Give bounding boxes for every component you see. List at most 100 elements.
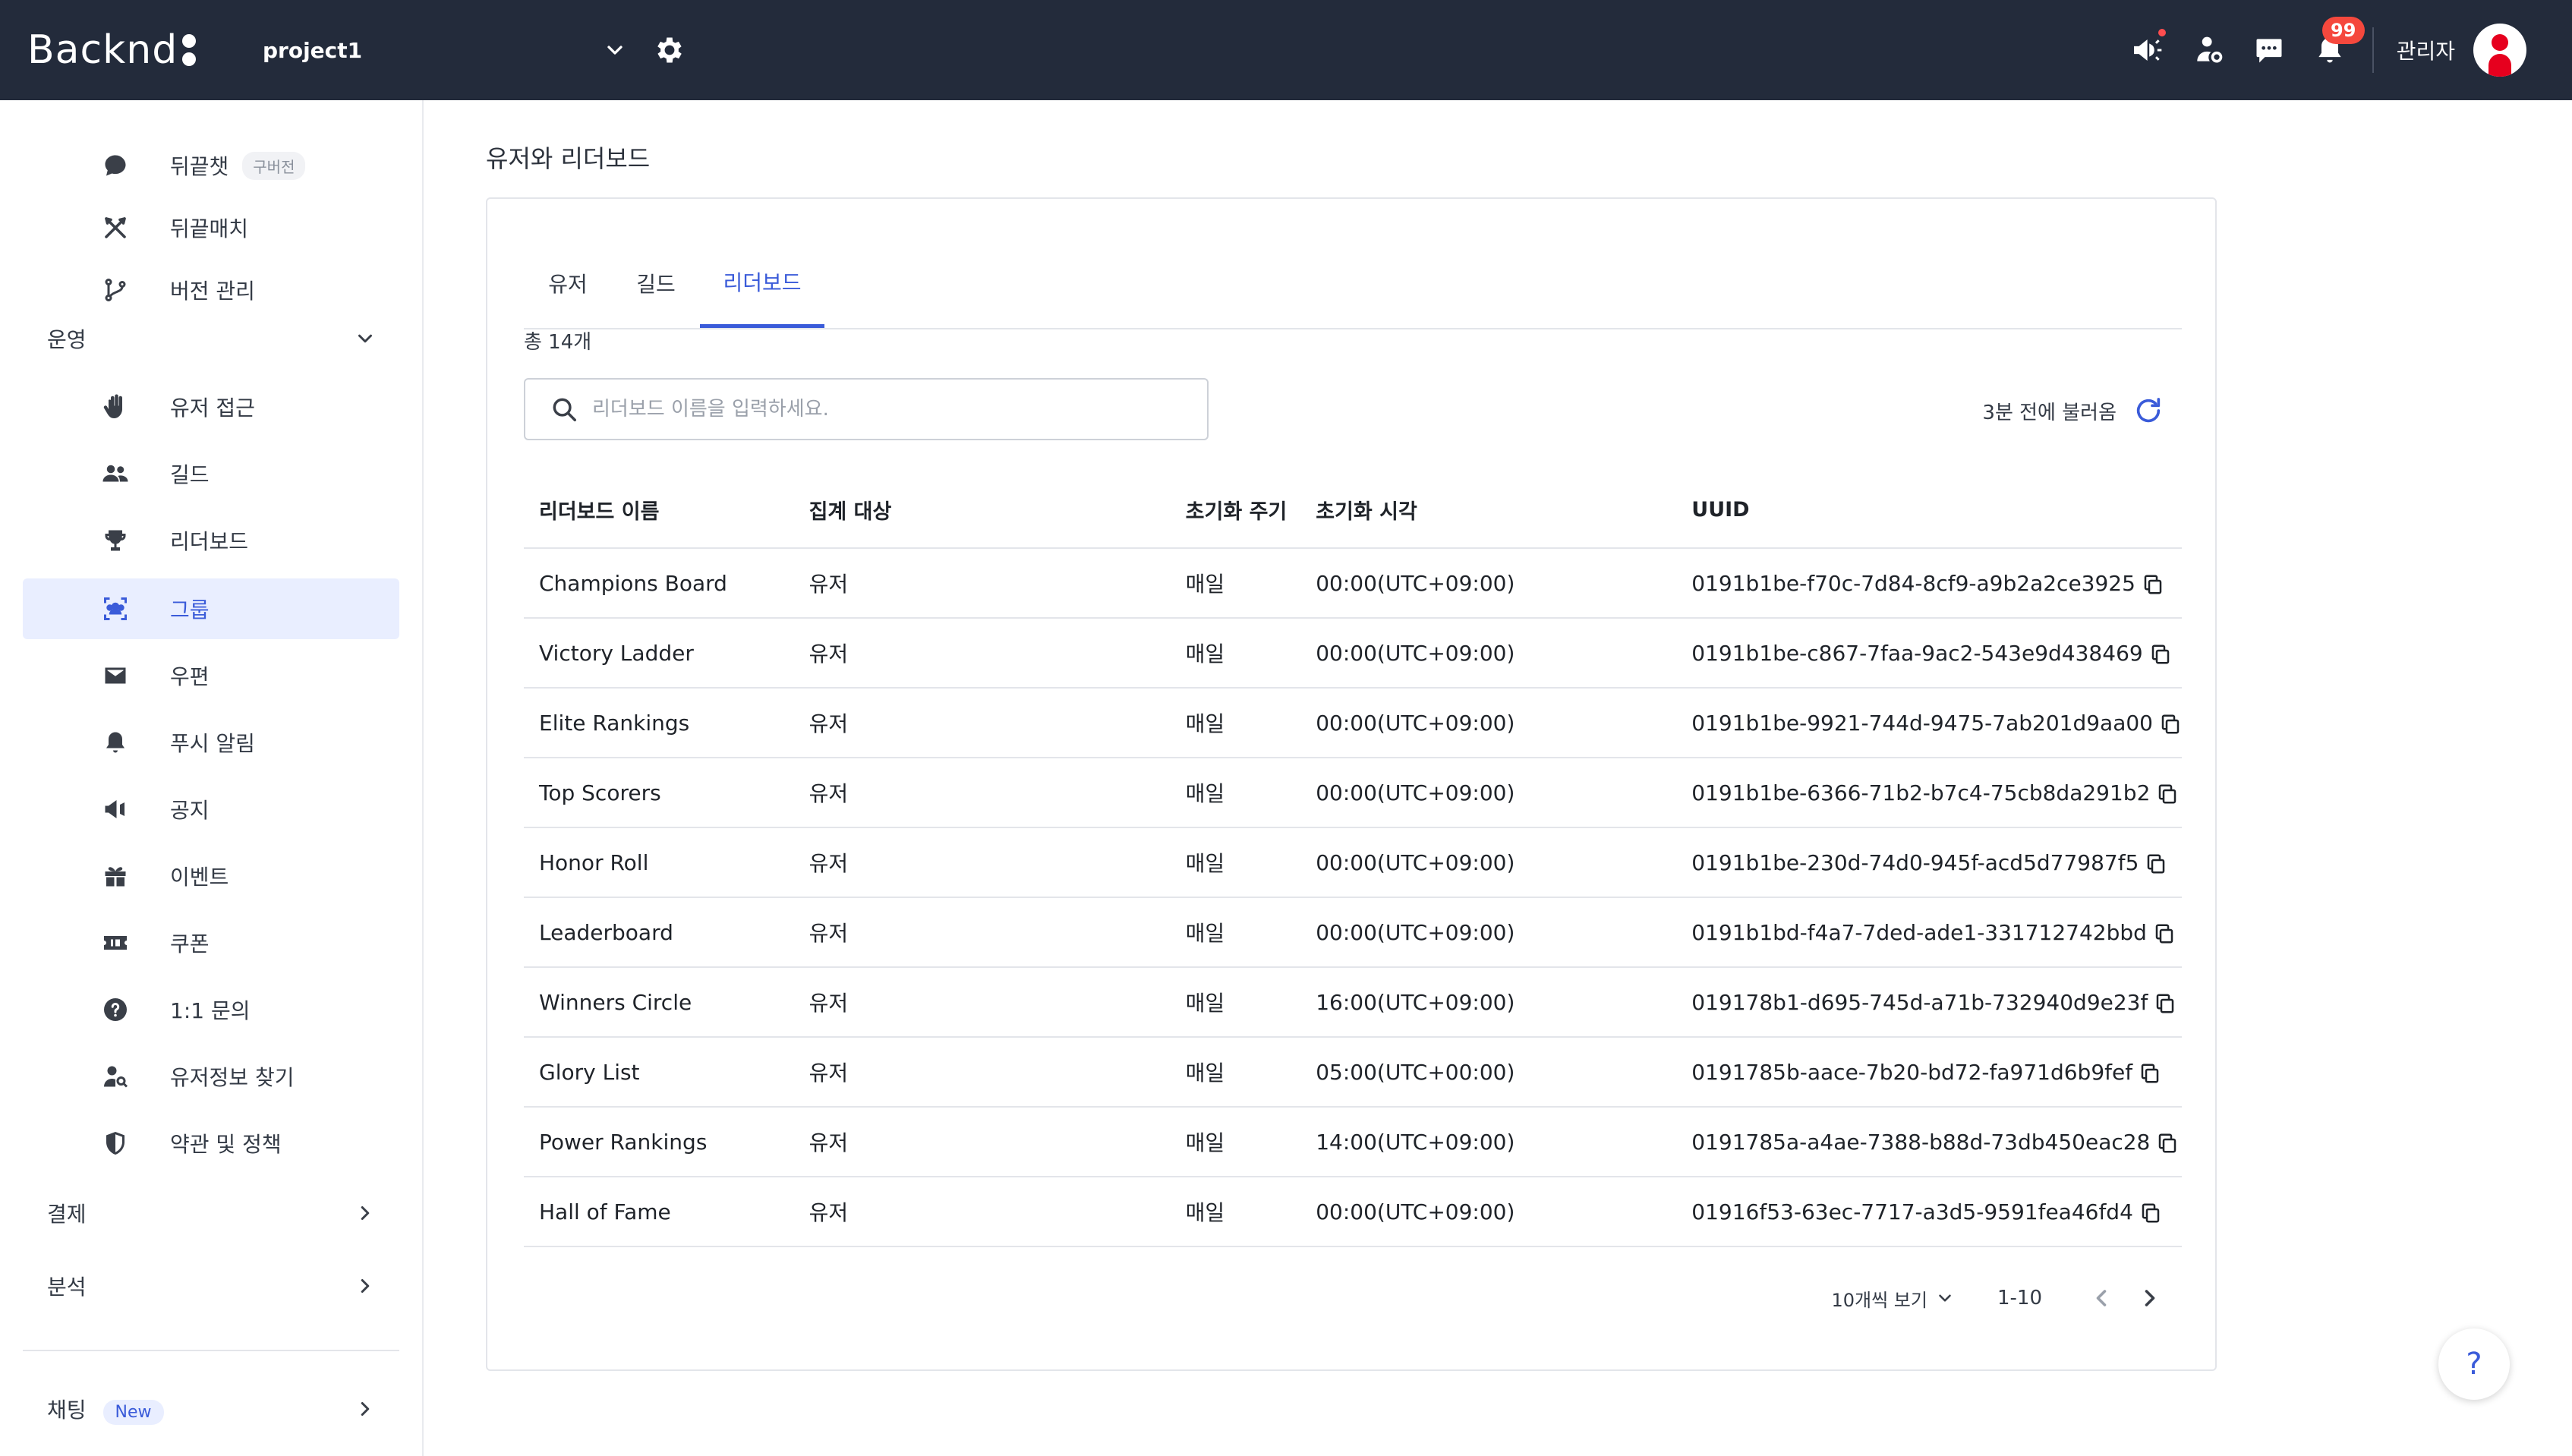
messages-button[interactable]: [2252, 33, 2286, 67]
sidebar-group-chatting[interactable]: 채팅 New: [23, 1379, 399, 1439]
aggregation-target-cell: 유저: [793, 897, 1171, 968]
copy-icon[interactable]: [2145, 852, 2167, 875]
uuid-cell: 01916f53-63ec-7717-a3d5-9591fea46fd4: [1676, 1177, 2182, 1247]
leaderboard-name-cell: Leaderboard: [524, 897, 794, 968]
copy-icon[interactable]: [2149, 643, 2172, 666]
aggregation-target-cell: 유저: [793, 1107, 1171, 1177]
sidebar-item-push[interactable]: 푸시 알림: [23, 712, 399, 773]
table-row[interactable]: Glory List 유저 매일 05:00(UTC+00:00) 0191785b-a…: [524, 1037, 2182, 1108]
leaderboard-name: Top Scorers: [539, 780, 661, 805]
sidebar-item-label: 약관 및 정책: [170, 1132, 282, 1157]
sidebar-divider: [23, 1350, 399, 1351]
settings-button[interactable]: [653, 33, 686, 67]
table-row[interactable]: Top Scorers 유저 매일 00:00(UTC+09:00) 0191b1be-…: [524, 758, 2182, 828]
sidebar-item-notice[interactable]: 공지: [23, 779, 399, 840]
uuid: 0191785a-a4ae-7388-b88d-73db450eac28: [1691, 1129, 2151, 1155]
chevron-down-icon: [1939, 1294, 1951, 1302]
table-row[interactable]: Victory Ladder 유저 매일 00:00(UTC+09:00) 0191b1…: [524, 618, 2182, 689]
copy-icon[interactable]: [2159, 713, 2182, 736]
megaphone-icon: [2133, 39, 2162, 61]
reset-time-cell: 00:00(UTC+09:00): [1300, 827, 1677, 898]
sidebar-item-mail[interactable]: 우편: [23, 645, 399, 706]
tab-leaderboard[interactable]: 리더보드: [700, 238, 824, 328]
user-settings-icon: [2197, 36, 2223, 63]
sidebar-item-user-search[interactable]: 유저정보 찾기: [23, 1046, 399, 1107]
chevron-right-icon: [2145, 1290, 2155, 1306]
sidebar-item-group[interactable]: 그룹: [23, 578, 399, 639]
sidebar-group-payment[interactable]: 결제: [23, 1183, 399, 1243]
announcement-button[interactable]: [2131, 29, 2166, 67]
refresh-icon[interactable]: [2133, 396, 2164, 426]
uuid: 0191b1be-9921-744d-9475-7ab201d9aa00: [1691, 710, 2153, 736]
reset-cycle: 매일: [1185, 851, 1225, 876]
uuid-cell: 0191b1bd-f4a7-7ded-ade1-331712742bbd: [1676, 897, 2182, 968]
refresh-text: 3분 전에 불러옴: [1982, 401, 2117, 424]
reset-cycle: 매일: [1185, 1130, 1225, 1155]
help-button[interactable]: ?: [2438, 1328, 2510, 1400]
total-count: 총 14개: [524, 331, 592, 354]
branch-icon: [102, 276, 129, 304]
table-header-row: 리더보드 이름 집계 대상 초기화 주기 초기화 시각 UUID: [524, 472, 2182, 549]
copy-icon[interactable]: [2156, 783, 2179, 805]
table-row[interactable]: Elite Rankings 유저 매일 00:00(UTC+09:00) 0191b1…: [524, 688, 2182, 758]
prev-page-button[interactable]: [2088, 1284, 2115, 1312]
table-row[interactable]: Winners Circle 유저 매일 16:00(UTC+09:00) 019178…: [524, 967, 2182, 1038]
sidebar-item-event[interactable]: 이벤트: [23, 846, 399, 906]
next-page-button[interactable]: [2136, 1284, 2164, 1312]
sidebar-item-coupon[interactable]: 쿠폰: [23, 912, 399, 973]
reset-cycle: 매일: [1185, 711, 1225, 736]
tab-users[interactable]: 유저: [524, 238, 612, 328]
reset-time-cell: 00:00(UTC+09:00): [1300, 618, 1677, 689]
reset-time-cell: 00:00(UTC+09:00): [1300, 897, 1677, 968]
leaderboard-name: Honor Roll: [539, 849, 649, 875]
new-dot: [2158, 29, 2166, 36]
reset-cycle: 매일: [1185, 1200, 1225, 1225]
aggregation-target-cell: 유저: [793, 1037, 1171, 1108]
tab-guilds[interactable]: 길드: [612, 238, 700, 328]
reset-time: 00:00(UTC+09:00): [1316, 780, 1515, 805]
aggregation-target-cell: 유저: [793, 1177, 1171, 1247]
trophy-icon: [102, 527, 129, 554]
table-row[interactable]: Hall of Fame 유저 매일 00:00(UTC+09:00) 01916f53…: [524, 1177, 2182, 1247]
copy-icon[interactable]: [2139, 1062, 2161, 1085]
sidebar-item-chat[interactable]: 뒤끝챗 구버전: [23, 135, 399, 196]
sidebar-item-policy[interactable]: 약관 및 정책: [23, 1113, 399, 1174]
notifications-button[interactable]: 99: [2313, 17, 2365, 67]
search-icon: [553, 398, 576, 421]
project-selector[interactable]: project1: [263, 27, 627, 73]
sidebar-item-label: 길드: [170, 462, 210, 487]
admin-name[interactable]: 관리자: [2397, 35, 2455, 65]
user-search-icon: [102, 1063, 129, 1090]
table-row[interactable]: Honor Roll 유저 매일 00:00(UTC+09:00) 0191b1be-2…: [524, 827, 2182, 898]
table-row[interactable]: Champions Board 유저 매일 00:00(UTC+09:00) 0191b…: [524, 548, 2182, 619]
sidebar-item-match[interactable]: 뒤끝매치: [23, 197, 399, 258]
copy-icon[interactable]: [2156, 1132, 2179, 1155]
table-row[interactable]: Leaderboard 유저 매일 00:00(UTC+09:00) 0191b1bd-…: [524, 897, 2182, 968]
avatar[interactable]: [2473, 24, 2526, 77]
sidebar-item-guild[interactable]: 길드: [23, 443, 399, 504]
search-input[interactable]: [592, 398, 1184, 421]
sidebar-group-analytics[interactable]: 분석: [23, 1256, 399, 1316]
reset-time: 00:00(UTC+09:00): [1316, 1199, 1515, 1224]
table-row[interactable]: Power Rankings 유저 매일 14:00(UTC+09:00) 019178…: [524, 1107, 2182, 1177]
sidebar-group-operations[interactable]: 운영: [23, 308, 399, 369]
reset-cycle-cell: 매일: [1170, 897, 1301, 968]
leaderboard-name: Winners Circle: [539, 989, 692, 1015]
logo[interactable]: Backnd: [27, 23, 197, 77]
sidebar-item-inquiry[interactable]: 1:1 문의: [23, 979, 399, 1040]
people-icon: [102, 460, 129, 487]
copy-icon[interactable]: [2153, 922, 2176, 945]
search-field[interactable]: [524, 378, 1209, 440]
sidebar-item-user-access[interactable]: 유저 접근: [23, 377, 399, 437]
column-header-name: 리더보드 이름: [524, 472, 794, 549]
header-divider: [2372, 27, 2374, 73]
copy-icon[interactable]: [2142, 573, 2164, 596]
reset-time-cell: 05:00(UTC+00:00): [1300, 1037, 1677, 1108]
copy-icon[interactable]: [2139, 1202, 2162, 1224]
sidebar-item-leaderboard[interactable]: 리더보드: [23, 510, 399, 571]
users-button[interactable]: [2192, 33, 2225, 67]
page-size-select[interactable]: 10개씩 보기: [1831, 1285, 1955, 1312]
copy-icon[interactable]: [2154, 992, 2176, 1015]
group-icon: [102, 595, 129, 622]
new-badge: New: [102, 1400, 164, 1425]
